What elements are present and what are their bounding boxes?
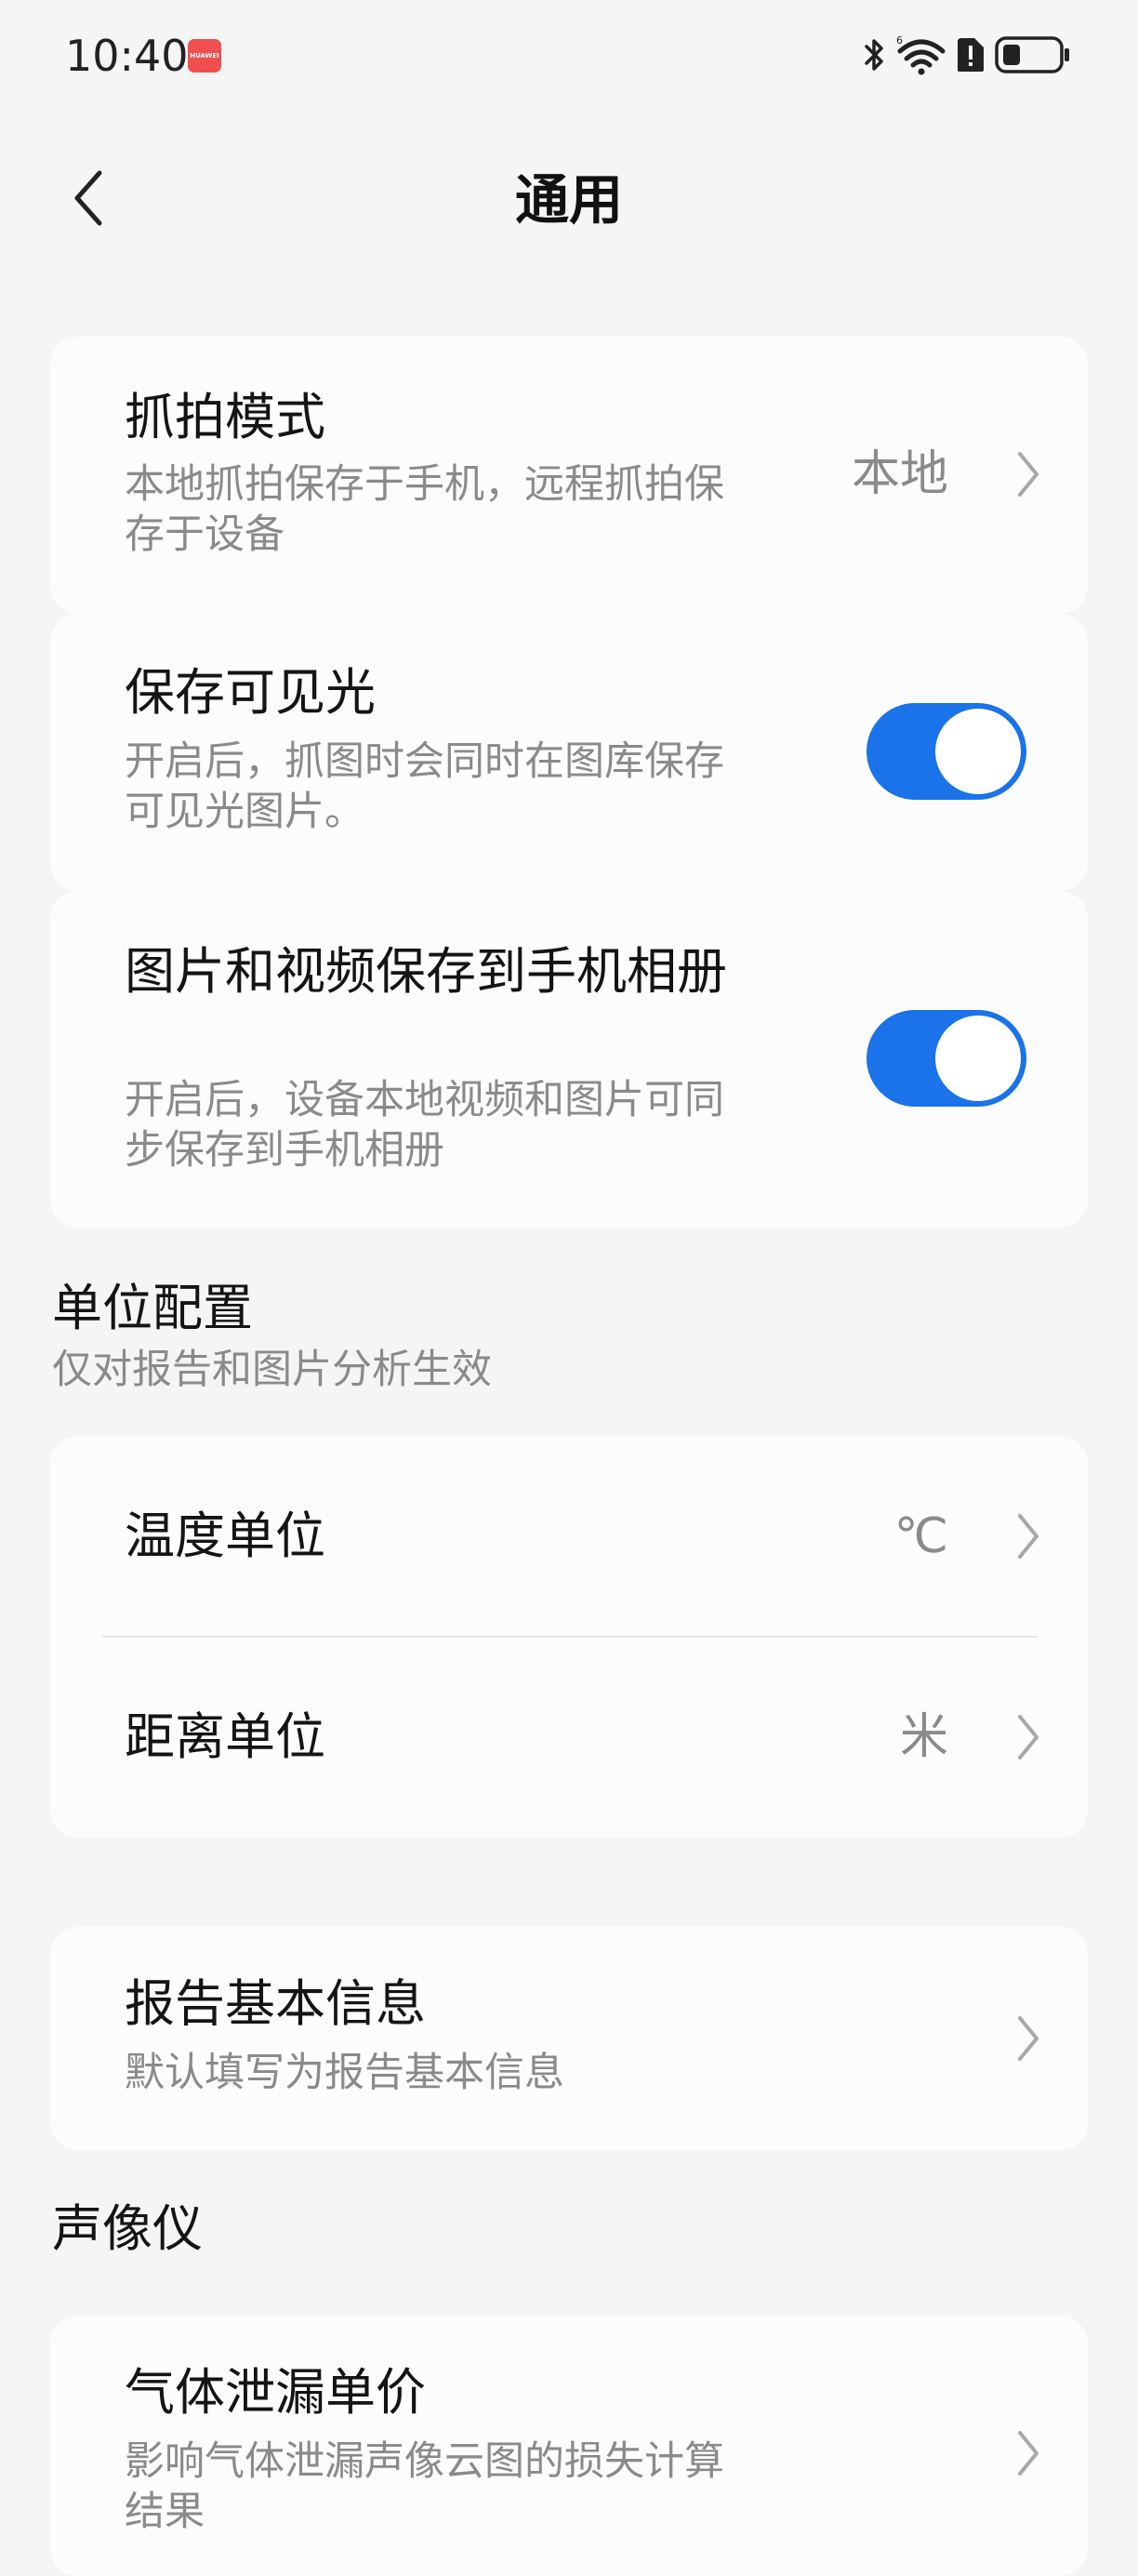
temperature-unit-value: ℃ (893, 1508, 948, 1564)
save-to-album-title: 图片和视频保存到手机相册 (125, 942, 727, 1001)
status-time: 10:40 (65, 31, 189, 81)
save-visible-light-card: 保存可见光 开启后，抓图时会同时在图库保存可见光图片。 (50, 614, 1088, 891)
report-info-card: 报告基本信息 默认填写为报告基本信息 (50, 1927, 1088, 2150)
distance-unit-value: 米 (899, 1709, 948, 1765)
bluetooth-icon (863, 36, 887, 73)
unit-section-title: 单位配置 (52, 1279, 253, 1337)
wifi-6-icon: 6 (896, 34, 946, 75)
report-info-description: 默认填写为报告基本信息 (125, 2050, 564, 2096)
report-info-title: 报告基本信息 (125, 1974, 426, 2033)
toggle-knob (935, 709, 1021, 794)
chevron-right-icon (1010, 446, 1047, 502)
chevron-right-icon (1010, 2011, 1047, 2066)
header: 通用 (0, 139, 1138, 260)
capture-mode-card: 抓拍模式 本地抓拍保存于手机，远程抓拍保存于设备 本地 (50, 337, 1088, 614)
capture-mode-description: 本地抓拍保存于手机，远程抓拍保存于设备 (125, 461, 724, 558)
page-title: 通用 (514, 168, 623, 232)
distance-unit-label: 距离单位 (125, 1707, 325, 1766)
gas-leak-price-title: 气体泄漏单价 (125, 2363, 426, 2422)
gas-leak-price-row[interactable]: 气体泄漏单价 影响气体泄漏声像云图的损失计算结果 (50, 2316, 1088, 2576)
gas-leak-price-description: 影响气体泄漏声像云图的损失计算结果 (125, 2438, 724, 2535)
battery-icon (995, 36, 1071, 73)
status-icons: 6 (863, 32, 1071, 78)
unit-section-subtitle: 仅对报告和图片分析生效 (52, 1347, 492, 1393)
save-to-album-row: 图片和视频保存到手机相册 开启后，设备本地视频和图片可同步保存到手机相册 (50, 891, 1088, 1228)
save-visible-light-toggle[interactable] (867, 703, 1026, 800)
chevron-right-icon (1010, 1709, 1047, 1765)
huawei-app-icon: HUAWEI (188, 39, 221, 73)
gas-leak-card: 气体泄漏单价 影响气体泄漏声像云图的损失计算结果 (50, 2316, 1088, 2576)
save-visible-light-row: 保存可见光 开启后，抓图时会同时在图库保存可见光图片。 (50, 614, 1088, 891)
save-visible-light-description: 开启后，抓图时会同时在图库保存可见光图片。 (125, 738, 724, 835)
imager-section-title: 声像仪 (52, 2199, 203, 2258)
alert-icon (956, 36, 986, 73)
save-to-album-card: 图片和视频保存到手机相册 开启后，设备本地视频和图片可同步保存到手机相册 (50, 891, 1088, 1228)
save-to-album-description: 开启后，设备本地视频和图片可同步保存到手机相册 (125, 1077, 724, 1174)
svg-text:6: 6 (896, 34, 903, 46)
capture-mode-row[interactable]: 抓拍模式 本地抓拍保存于手机，远程抓拍保存于设备 本地 (50, 337, 1088, 614)
capture-mode-title: 抓拍模式 (125, 388, 325, 446)
capture-mode-value: 本地 (851, 446, 948, 502)
chevron-right-icon (1010, 2425, 1047, 2481)
save-to-album-toggle[interactable] (867, 1010, 1026, 1107)
toggle-knob (935, 1016, 1021, 1101)
chevron-right-icon (1010, 1508, 1047, 1564)
distance-unit-row[interactable]: 距离单位 米 (50, 1637, 1088, 1838)
temperature-unit-label: 温度单位 (125, 1507, 325, 1565)
status-bar: 10:40 HUAWEI 6 (0, 0, 1138, 112)
unit-card: 温度单位 ℃ 距离单位 米 (50, 1436, 1088, 1838)
report-info-row[interactable]: 报告基本信息 默认填写为报告基本信息 (50, 1927, 1088, 2150)
save-visible-light-title: 保存可见光 (125, 663, 376, 722)
temperature-unit-row[interactable]: 温度单位 ℃ (50, 1436, 1088, 1637)
